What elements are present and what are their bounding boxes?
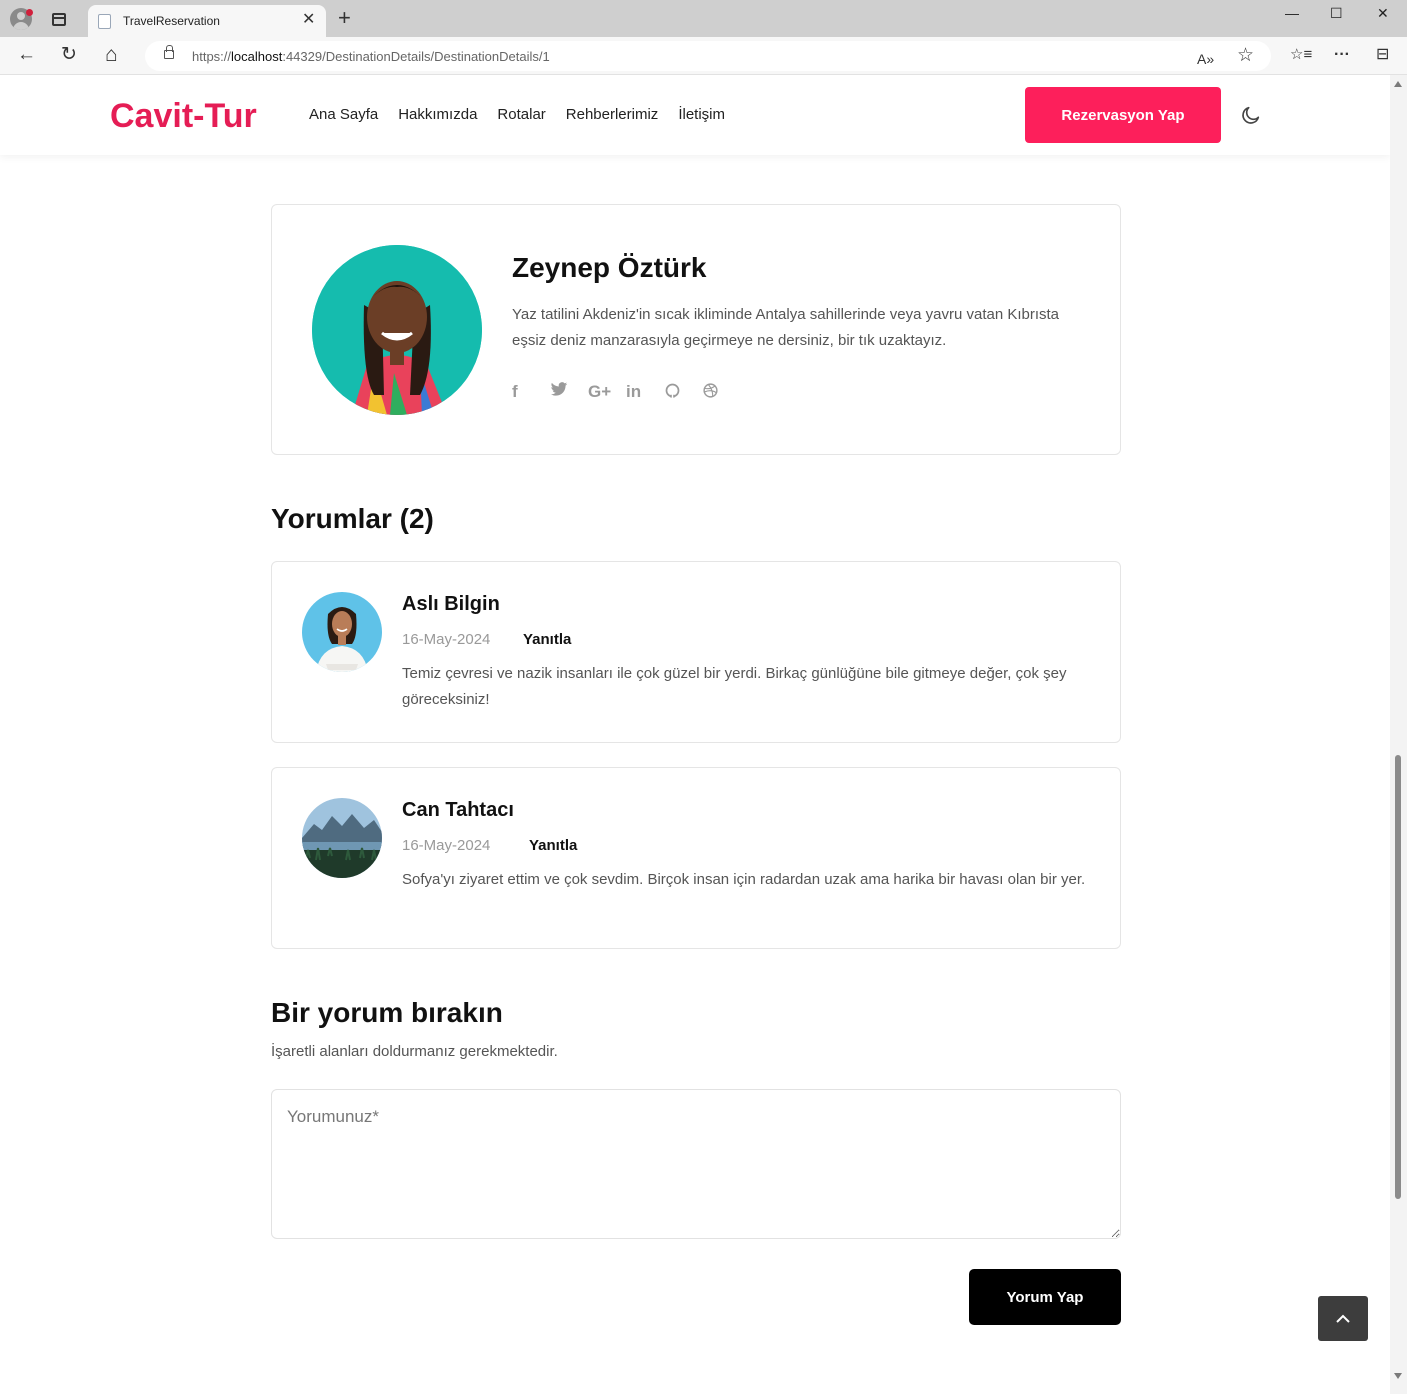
author-card: Zeynep Öztürk Yaz tatilini Akdeniz'in sı… <box>271 204 1121 455</box>
author-name: Zeynep Öztürk <box>512 252 707 283</box>
tab-actions-icon[interactable] <box>52 13 66 26</box>
close-window-button[interactable]: ✕ <box>1377 4 1389 22</box>
submit-comment-button[interactable]: Yorum Yap <box>969 1269 1121 1325</box>
scrollbar-thumb[interactable] <box>1395 755 1401 1199</box>
read-aloud-icon[interactable]: A» <box>1197 50 1214 68</box>
more-icon[interactable]: ··· <box>1334 46 1350 64</box>
back-icon[interactable]: ← <box>17 45 36 65</box>
browser-tab-bar: TravelReservation ✕ + — ☐ ✕ <box>0 0 1407 37</box>
twitter-icon[interactable] <box>550 382 588 404</box>
back-to-top-button[interactable] <box>1318 1296 1368 1341</box>
nav-hakkimizda[interactable]: Hakkımızda <box>398 106 477 123</box>
reload-icon[interactable]: ↻ <box>61 45 77 65</box>
site-header: Cavit-Tur Ana Sayfa Hakkımızda Rotalar R… <box>0 75 1390 155</box>
comments-title: Yorumlar (2) <box>271 503 434 534</box>
minimize-button[interactable]: — <box>1285 4 1299 22</box>
comment-date: 16-May-2024 <box>402 631 491 648</box>
commenter-avatar <box>302 592 382 672</box>
main-nav: Ana Sayfa Hakkımızda Rotalar Rehberlerim… <box>309 106 745 123</box>
author-bio: Yaz tatilini Akdeniz'in sıcak ikliminde … <box>512 306 1060 349</box>
page-favicon-icon <box>98 14 111 29</box>
nav-ana-sayfa[interactable]: Ana Sayfa <box>309 106 378 123</box>
lock-icon[interactable] <box>164 45 174 59</box>
required-fields-note: İşaretli alanları doldurmanız gerekmekte… <box>271 1043 558 1060</box>
notification-dot <box>26 9 33 16</box>
facebook-icon[interactable]: f <box>512 382 550 404</box>
commenter-photo <box>302 798 382 878</box>
favorites-icon[interactable]: ☆≡ <box>1290 46 1312 64</box>
reply-link[interactable]: Yanıtla <box>523 631 571 648</box>
nav-rotalar[interactable]: Rotalar <box>497 106 545 123</box>
site-logo[interactable]: Cavit-Tur <box>110 97 257 136</box>
dark-mode-moon-icon[interactable] <box>1240 104 1262 126</box>
commenter-name: Can Tahtacı <box>402 799 514 821</box>
url-text[interactable]: https://localhost:44329/DestinationDetai… <box>192 49 550 64</box>
author-avatar <box>312 245 482 415</box>
chevron-up-icon <box>1336 1314 1350 1323</box>
reservation-button[interactable]: Rezervasyon Yap <box>1025 87 1221 143</box>
commenter-photo <box>302 592 382 672</box>
nav-iletisim[interactable]: İletişim <box>678 106 725 123</box>
sidebar-icon[interactable]: ⊟ <box>1376 46 1389 64</box>
scroll-up-arrow-icon[interactable] <box>1394 81 1402 87</box>
url-field[interactable]: https://localhost:44329/DestinationDetai… <box>145 41 1271 71</box>
linkedin-icon[interactable]: in <box>626 382 664 404</box>
scroll-down-arrow-icon[interactable] <box>1394 1373 1402 1379</box>
comment-item: Can Tahtacı 16-May-2024 Yanıtla Sofya'yı… <box>271 767 1121 949</box>
comment-item: Aslı Bilgin 16-May-2024 Yanıtla Temiz çe… <box>271 561 1121 743</box>
close-tab-icon[interactable]: ✕ <box>302 11 315 29</box>
tab-title: TravelReservation <box>123 14 220 28</box>
new-tab-button[interactable]: + <box>338 7 351 29</box>
leave-comment-title: Bir yorum bırakın <box>271 997 503 1028</box>
author-socials: f G+ in <box>512 382 740 404</box>
google-plus-icon[interactable]: G+ <box>588 382 626 404</box>
maximize-button[interactable]: ☐ <box>1330 4 1343 22</box>
author-photo <box>312 245 482 415</box>
browser-tab[interactable]: TravelReservation ✕ <box>88 5 326 37</box>
page-viewport: Cavit-Tur Ana Sayfa Hakkımızda Rotalar R… <box>0 75 1390 1394</box>
address-bar: ← ↻ ⌂ https://localhost:44329/Destinatio… <box>0 37 1407 75</box>
dribbble-icon[interactable] <box>702 382 740 404</box>
favorite-star-icon[interactable]: ☆ <box>1237 46 1254 65</box>
comment-text: Sofya'yı ziyaret ettim ve çok sevdim. Bi… <box>402 871 1086 888</box>
commenter-name: Aslı Bilgin <box>402 593 500 615</box>
reply-link[interactable]: Yanıtla <box>529 837 577 854</box>
commenter-avatar <box>302 798 382 878</box>
comment-date: 16-May-2024 <box>402 837 491 854</box>
comment-textarea[interactable] <box>271 1089 1121 1239</box>
comment-text: Temiz çevresi ve nazik insanları ile çok… <box>402 665 1067 708</box>
vertical-scrollbar[interactable] <box>1390 75 1407 1394</box>
home-icon[interactable]: ⌂ <box>105 44 118 65</box>
github-icon[interactable] <box>664 382 702 404</box>
nav-rehberlerimiz[interactable]: Rehberlerimiz <box>566 106 659 123</box>
